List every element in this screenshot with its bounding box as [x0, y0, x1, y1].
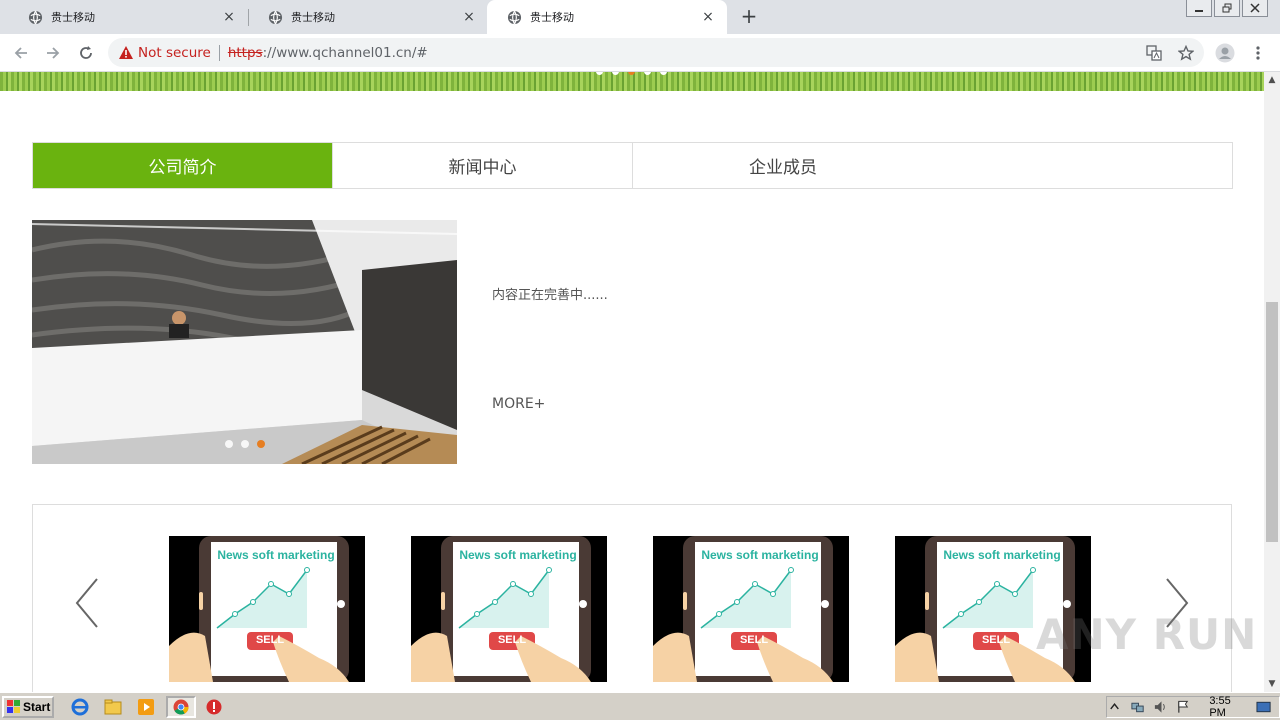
- restore-icon: [1222, 3, 1232, 13]
- stop-icon[interactable]: [204, 697, 224, 717]
- banner-dot[interactable]: [660, 72, 667, 75]
- back-arrow-icon: [14, 47, 27, 59]
- url-scheme: https: [227, 44, 263, 61]
- news-card[interactable]: News soft marketing SELL: [169, 536, 365, 682]
- company-lobby-image: [32, 220, 457, 464]
- new-tab-button[interactable]: +: [738, 6, 760, 28]
- network-icon[interactable]: [1130, 699, 1145, 715]
- sell-button[interactable]: SELL: [731, 634, 777, 646]
- slider-dot[interactable]: [241, 440, 249, 448]
- reload-icon: [80, 46, 92, 59]
- taskbar: Start 3:55 PM: [0, 692, 1280, 720]
- security-status[interactable]: Not secure: [138, 45, 211, 61]
- banner-image: [0, 72, 1264, 91]
- start-label: Start: [23, 700, 51, 714]
- star-icon: [1178, 45, 1194, 61]
- warning-icon: [119, 46, 133, 59]
- tray-expand-icon[interactable]: [1107, 699, 1122, 715]
- folder-icon[interactable]: [103, 697, 123, 717]
- anyrun-watermark: ANY RUN: [1036, 610, 1258, 659]
- reload-button[interactable]: [75, 42, 97, 64]
- scrollbar-thumb[interactable]: [1266, 302, 1278, 542]
- sell-button[interactable]: SELL: [973, 634, 1019, 646]
- tab-news-center[interactable]: 新闻中心: [333, 143, 633, 188]
- page-viewport: 公司简介 新闻中心 企业成员 内容正在完善中...... MORE+ News …: [0, 72, 1264, 692]
- omnibox-separator: [218, 44, 220, 61]
- tab-company-profile[interactable]: 公司简介: [33, 143, 333, 188]
- banner-pagination: [596, 72, 667, 75]
- clock[interactable]: 3:55 PM: [1209, 695, 1248, 719]
- more-link[interactable]: MORE+: [492, 396, 545, 412]
- kebab-menu-icon: [1256, 46, 1260, 60]
- banner-dot[interactable]: [628, 72, 635, 75]
- content-tabs: 公司简介 新闻中心 企业成员: [32, 142, 1233, 189]
- menu-button[interactable]: [1247, 42, 1269, 64]
- tab-title: 贵士移动: [51, 11, 95, 24]
- profile-button[interactable]: [1214, 42, 1236, 64]
- browser-toolbar: Not secure https://www.qchannel01.cn/#: [0, 34, 1280, 72]
- tab-title: 贵士移动: [530, 11, 574, 24]
- slider-dot[interactable]: [257, 440, 265, 448]
- chrome-icon: [173, 699, 189, 715]
- scroll-down-icon[interactable]: ▼: [1264, 676, 1280, 692]
- bookmark-button[interactable]: [1175, 42, 1197, 64]
- close-tab-icon[interactable]: ×: [462, 10, 476, 24]
- flag-icon[interactable]: [1176, 699, 1191, 715]
- tab-strip: 贵士移动 × 贵士移动 × 贵士移动 × +: [0, 0, 1280, 34]
- minimize-button[interactable]: [1186, 0, 1212, 17]
- windows-logo-icon: [7, 700, 20, 713]
- browser-tab[interactable]: 贵士移动 ×: [248, 0, 488, 34]
- banner-dot[interactable]: [644, 72, 651, 75]
- browser-tab[interactable]: 贵士移动 ×: [8, 0, 248, 34]
- card-caption: News soft marketing: [459, 548, 577, 562]
- banner-dot[interactable]: [612, 72, 619, 75]
- slider-dot[interactable]: [225, 440, 233, 448]
- card-caption: News soft marketing: [217, 548, 335, 562]
- news-carousel: News soft marketing SELL News soft marketi…: [32, 504, 1232, 692]
- close-tab-icon[interactable]: ×: [701, 10, 715, 24]
- translate-button[interactable]: [1143, 42, 1165, 64]
- volume-icon[interactable]: [1153, 699, 1168, 715]
- forward-arrow-icon: [47, 47, 60, 59]
- lobby-illustration: [32, 220, 457, 464]
- forward-button[interactable]: [42, 42, 64, 64]
- window-controls: [1186, 0, 1268, 18]
- media-player-icon[interactable]: [136, 697, 156, 717]
- sell-button[interactable]: SELL: [247, 634, 293, 646]
- tab-members[interactable]: 企业成员: [633, 143, 933, 188]
- internet-explorer-icon[interactable]: [70, 697, 90, 717]
- address-bar[interactable]: Not secure https://www.qchannel01.cn/#: [108, 38, 1204, 67]
- image-pagination: [225, 440, 265, 448]
- news-card[interactable]: News soft marketing SELL: [653, 536, 849, 682]
- intro-text: 内容正在完善中......: [492, 288, 608, 303]
- tab-title: 贵士移动: [291, 11, 335, 24]
- banner-dot[interactable]: [596, 72, 603, 75]
- news-card[interactable]: News soft marketing SELL: [411, 536, 607, 682]
- globe-icon: [268, 10, 283, 24]
- minimize-icon: [1195, 10, 1203, 12]
- system-tray: 3:55 PM: [1106, 695, 1280, 719]
- globe-icon: [28, 10, 43, 24]
- card-caption: News soft marketing: [943, 548, 1061, 562]
- news-card[interactable]: News soft marketing SELL: [895, 536, 1091, 682]
- close-window-icon: [1250, 3, 1260, 13]
- back-button[interactable]: [10, 42, 32, 64]
- close-window-button[interactable]: [1242, 0, 1268, 17]
- sell-button[interactable]: SELL: [489, 634, 535, 646]
- card-caption: News soft marketing: [701, 548, 819, 562]
- translate-icon: [1146, 45, 1162, 61]
- show-desktop-icon[interactable]: [1256, 699, 1271, 715]
- close-tab-icon[interactable]: ×: [222, 10, 236, 24]
- avatar-icon: [1215, 43, 1235, 63]
- scroll-up-icon[interactable]: ▲: [1264, 72, 1280, 88]
- chrome-taskbar-item[interactable]: [166, 696, 196, 718]
- chevron-left-icon[interactable]: [69, 575, 109, 635]
- url-path: ://www.qchannel01.cn/#: [262, 44, 428, 61]
- restore-button[interactable]: [1214, 0, 1240, 17]
- vertical-scrollbar[interactable]: ▲ ▼: [1264, 72, 1280, 692]
- globe-icon: [507, 10, 522, 24]
- start-button[interactable]: Start: [2, 696, 54, 718]
- browser-tab-active[interactable]: 贵士移动 ×: [487, 0, 727, 34]
